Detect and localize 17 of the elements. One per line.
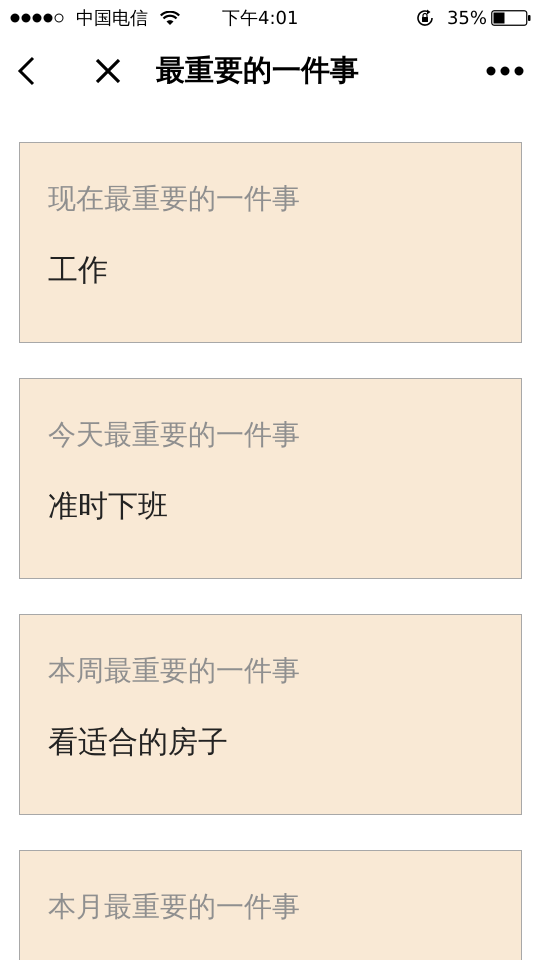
- battery-percent: 35%: [446, 6, 487, 30]
- close-icon[interactable]: [94, 57, 122, 85]
- page-title: 最重要的一件事: [156, 52, 359, 90]
- battery-icon: [491, 10, 531, 26]
- status-time: 下午4:01: [222, 6, 298, 30]
- back-icon[interactable]: [16, 55, 36, 87]
- card-value: 准时下班: [48, 488, 168, 526]
- card-label: 本月最重要的一件事: [48, 889, 300, 925]
- card-value: 看适合的房子: [48, 724, 228, 762]
- card-label: 现在最重要的一件事: [48, 181, 300, 217]
- card-label: 今天最重要的一件事: [48, 417, 300, 453]
- wifi-icon: [160, 10, 180, 26]
- card-label: 本周最重要的一件事: [48, 653, 300, 689]
- carrier-name: 中国电信: [76, 6, 148, 30]
- more-icon[interactable]: [486, 66, 524, 76]
- card-value: 工作: [48, 252, 108, 290]
- rotation-lock-icon: [414, 8, 435, 28]
